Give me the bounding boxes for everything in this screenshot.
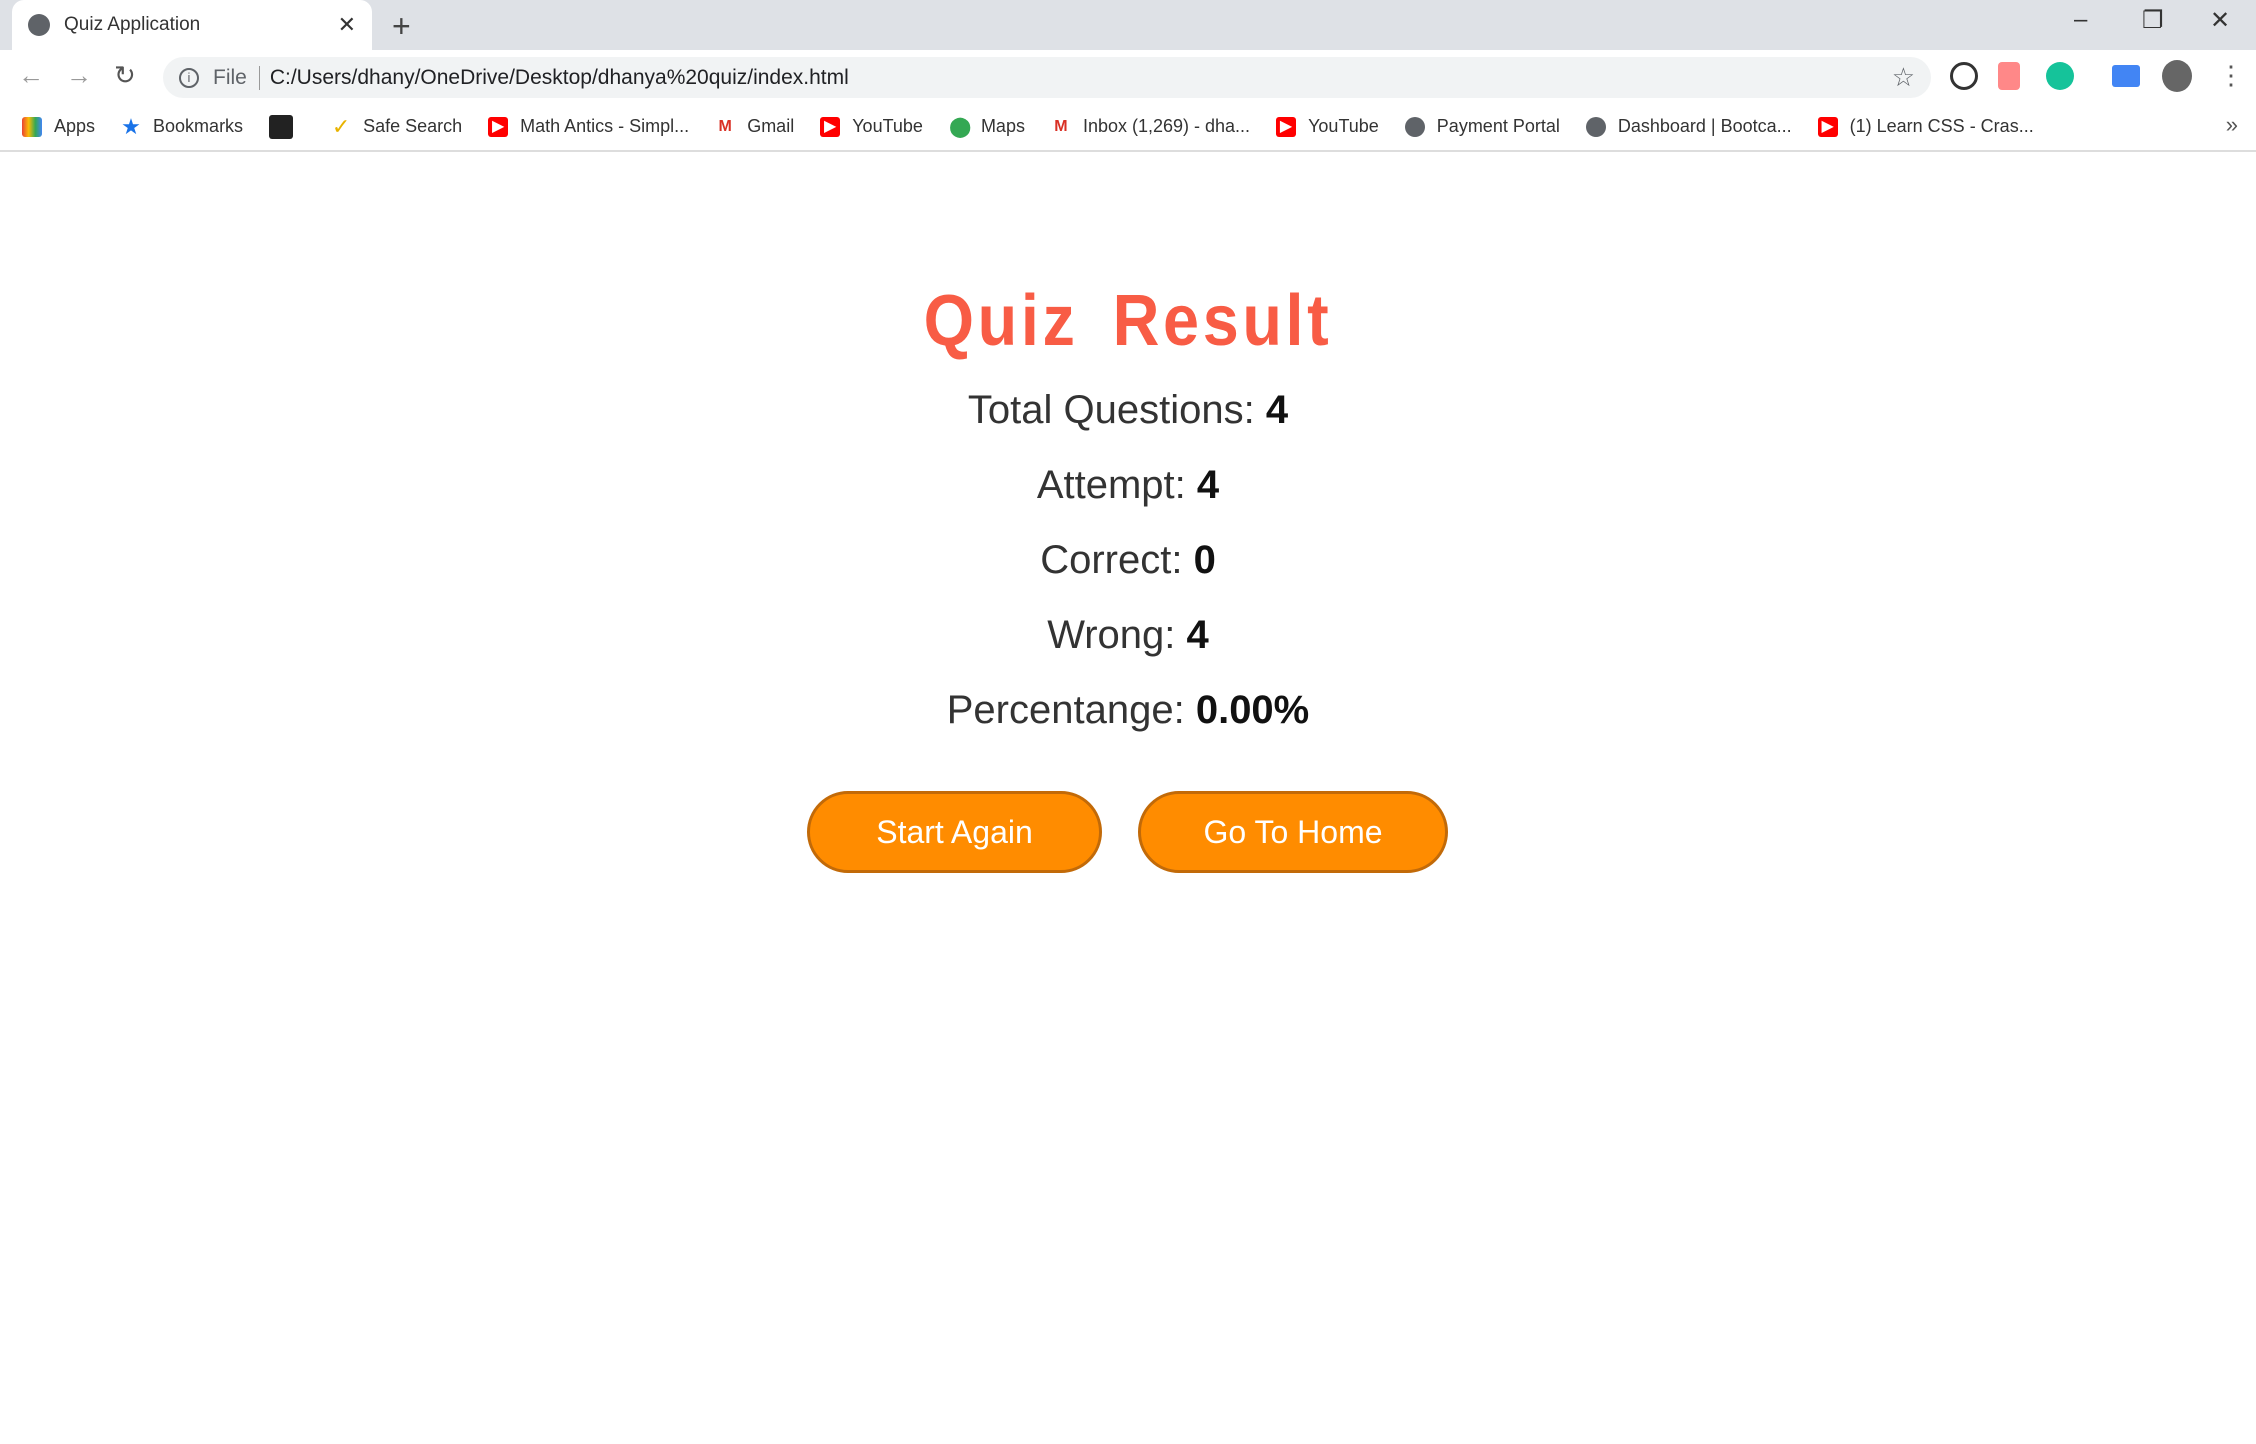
bookmark-bookmarks[interactable]: ★ Bookmarks — [121, 113, 244, 139]
gmail-icon: M — [1054, 117, 1068, 135]
tab-quiz-application[interactable]: Quiz Application ✕ — [12, 0, 372, 50]
youtube-icon: ▶ — [1817, 116, 1838, 137]
bookmark-dashboard[interactable]: Dashboard | Bootca... — [1585, 116, 1792, 137]
bookmark-label: Apps — [54, 116, 96, 136]
correct-value: 0 — [1193, 538, 1216, 582]
new-tab-icon[interactable]: + — [392, 8, 411, 45]
percentage-row: Percentange: 0.00% — [0, 688, 2256, 733]
attempt-value: 4 — [1196, 463, 1220, 507]
gmail-icon: M — [718, 117, 732, 135]
bookmark-label: Inbox (1,269) - dha... — [1082, 116, 1251, 136]
info-icon[interactable]: i — [179, 67, 199, 88]
bookmark-star-icon[interactable]: ☆ — [1892, 62, 1915, 93]
menu-icon[interactable]: ⋮ — [2218, 60, 2244, 91]
globe-icon — [1585, 116, 1606, 137]
close-tab-icon[interactable]: ✕ — [338, 12, 356, 38]
total-value: 4 — [1265, 388, 1289, 432]
toolbar: ← → ↻ i File C:/Users/dhany/OneDrive/Des… — [0, 50, 2256, 103]
more-bookmarks-icon[interactable]: » — [2226, 112, 2238, 138]
bookmark-gmail[interactable]: M Gmail — [715, 116, 795, 137]
bookmark-maps[interactable]: ⬤ Maps — [949, 116, 1025, 137]
star-icon: ★ — [121, 113, 141, 139]
percentage-label: Percentange: — [946, 688, 1185, 732]
bookmark-payment-portal[interactable]: Payment Portal — [1404, 116, 1560, 137]
url-text[interactable]: C:/Users/dhany/OneDrive/Desktop/dhanya%2… — [270, 66, 849, 90]
total-label: Total Questions: — [967, 388, 1255, 432]
tab-title: Quiz Application — [64, 14, 201, 35]
wrong-value: 4 — [1186, 613, 1209, 657]
reload-icon[interactable]: ↻ — [114, 60, 136, 91]
bookmark-inbox[interactable]: M Inbox (1,269) - dha... — [1051, 116, 1250, 137]
globe-icon — [1404, 116, 1425, 137]
bookmark-youtube[interactable]: ▶ YouTube — [820, 116, 923, 137]
restore-icon[interactable]: ❐ — [2142, 6, 2164, 35]
bookmark-label: Bookmarks — [153, 116, 244, 136]
wrong-label: Wrong: — [1047, 613, 1176, 657]
bookmark-math-antics[interactable]: ▶ Math Antics - Simpl... — [488, 116, 689, 137]
grammarly-icon[interactable] — [2046, 62, 2074, 90]
youtube-icon: ▶ — [820, 116, 841, 137]
forward-icon[interactable]: → — [66, 60, 92, 91]
bookmark-apps[interactable]: Apps — [22, 116, 95, 137]
bookmark-label: Safe Search — [363, 116, 463, 136]
attempt-row: Attempt: 4 — [0, 463, 2256, 508]
bookmark-joomla[interactable] — [269, 114, 305, 139]
youtube-icon: ▶ — [488, 116, 509, 137]
go-to-home-button[interactable]: Go To Home — [1138, 791, 1448, 873]
maps-pin-icon: ⬤ — [948, 115, 972, 138]
youtube-icon: ▶ — [1276, 116, 1297, 137]
back-icon[interactable]: ← — [18, 60, 44, 91]
correct-label: Correct: — [1040, 538, 1183, 582]
bookmark-label: Math Antics - Simpl... — [520, 116, 690, 136]
bookmark-learn-css[interactable]: ▶ (1) Learn CSS - Cras... — [1817, 116, 2034, 137]
tab-strip: Quiz Application ✕ + – ❐ ✕ — [0, 0, 2256, 50]
check-icon: ✓ — [331, 113, 351, 139]
extension-arrow-icon[interactable] — [1998, 62, 2020, 90]
bookmark-label: Gmail — [747, 116, 795, 136]
bookmark-safe-search[interactable]: ✓ Safe Search — [331, 113, 463, 139]
bookmark-label: Dashboard | Bootca... — [1617, 116, 1792, 136]
page-title: Quiz Result — [923, 281, 1333, 361]
globe-icon — [28, 14, 50, 36]
cast-icon[interactable] — [2112, 65, 2140, 87]
address-bar[interactable]: i File C:/Users/dhany/OneDrive/Desktop/d… — [163, 57, 1931, 98]
bookmark-label: Maps — [980, 116, 1025, 136]
minimize-icon[interactable]: – — [2074, 6, 2087, 34]
bookmark-label: YouTube — [852, 116, 923, 136]
apps-grid-icon — [22, 116, 42, 137]
bookmarks-bar: Apps ★ Bookmarks ✓ Safe Search ▶ Math Antic… — [0, 103, 2256, 152]
percentage-value: 0.00% — [1195, 688, 1310, 732]
wrong-row: Wrong: 4 — [0, 613, 2256, 658]
correct-row: Correct: 0 — [0, 538, 2256, 583]
window-close-icon[interactable]: ✕ — [2210, 6, 2230, 35]
bookmark-label: YouTube — [1308, 116, 1379, 136]
start-again-button[interactable]: Start Again — [807, 791, 1102, 873]
attempt-label: Attempt: — [1036, 463, 1186, 507]
bookmark-youtube-2[interactable]: ▶ YouTube — [1276, 116, 1379, 137]
profile-avatar[interactable] — [2162, 60, 2192, 92]
extension-icon[interactable] — [1950, 62, 1978, 90]
joomla-icon — [269, 114, 294, 139]
total-questions-row: Total Questions: 4 — [0, 388, 2256, 433]
bookmark-label: Payment Portal — [1436, 116, 1560, 136]
bookmark-label: (1) Learn CSS - Cras... — [1849, 116, 2034, 136]
url-scheme: File — [213, 65, 260, 90]
